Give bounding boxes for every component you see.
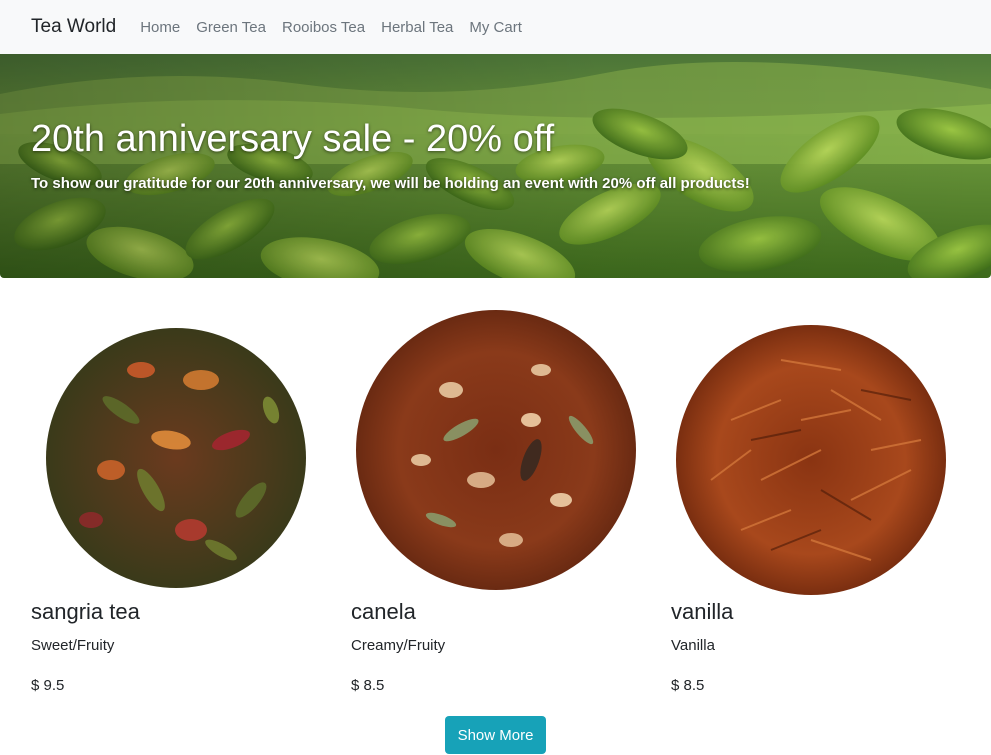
nav-link-rooibos-tea[interactable]: Rooibos Tea <box>282 19 365 36</box>
product-description: Creamy/Fruity <box>351 637 446 654</box>
product-description: Vanilla <box>671 637 715 654</box>
nav-link-green-tea[interactable]: Green Tea <box>196 19 266 36</box>
product-description: Sweet/Fruity <box>31 637 115 654</box>
nav-link-herbal-tea[interactable]: Herbal Tea <box>381 19 453 36</box>
hero-title: 20th anniversary sale - 20% off <box>31 118 555 160</box>
product-name[interactable]: vanilla <box>671 599 733 625</box>
vanilla-tea-image[interactable] <box>671 300 961 600</box>
product-price: $ 8.5 <box>351 677 385 694</box>
product-name[interactable]: canela <box>351 599 416 625</box>
product-price: $ 8.5 <box>671 677 705 694</box>
product-card: vanilla Vanilla $ 8.5 <box>671 300 961 694</box>
product-price: $ 9.5 <box>31 677 65 694</box>
nav-link-home[interactable]: Home <box>140 19 180 36</box>
top-navbar: Tea World Home Green Tea Rooibos Tea Her… <box>0 0 991 54</box>
hero-banner: 20th anniversary sale - 20% off To show … <box>0 54 991 278</box>
canela-tea-image[interactable] <box>351 300 641 600</box>
product-card: canela Creamy/Fruity $ 8.5 <box>351 300 641 694</box>
show-more-button[interactable]: Show More <box>445 716 546 754</box>
sangria-tea-image[interactable] <box>31 300 321 600</box>
nav-link-my-cart[interactable]: My Cart <box>469 19 522 36</box>
product-name[interactable]: sangria tea <box>31 599 140 625</box>
brand-link[interactable]: Tea World <box>31 16 116 38</box>
tea-field-background-image <box>0 54 991 278</box>
product-card: sangria tea Sweet/Fruity $ 9.5 <box>31 300 321 694</box>
hero-subtitle: To show our gratitude for our 20th anniv… <box>31 175 750 192</box>
